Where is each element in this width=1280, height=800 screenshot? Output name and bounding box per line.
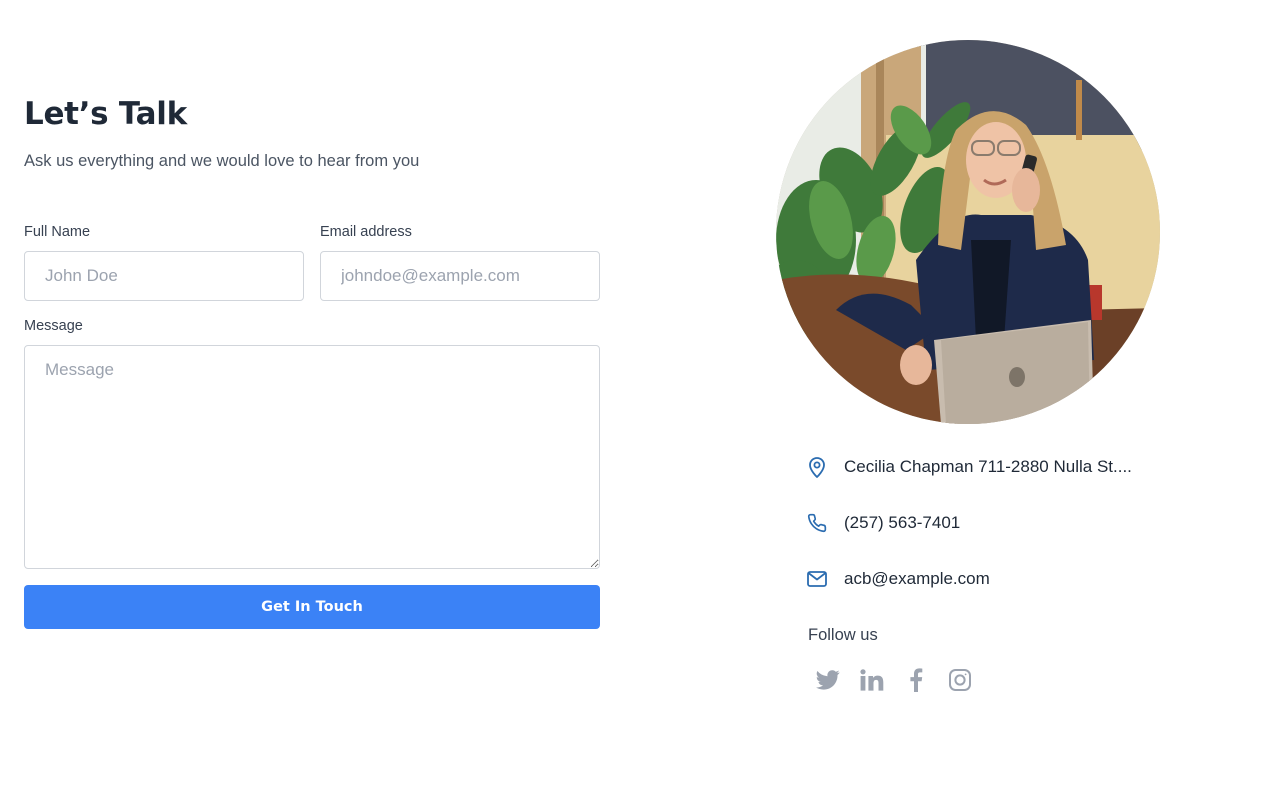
linkedin-icon[interactable] (860, 666, 884, 694)
social-links (816, 666, 972, 694)
full-name-input[interactable] (24, 251, 304, 301)
email-row: acb@example.com (806, 568, 990, 590)
email-label: Email address (320, 224, 412, 240)
map-pin-icon (806, 456, 828, 478)
email-text: acb@example.com (844, 569, 990, 588)
email-input[interactable] (320, 251, 600, 301)
address-row: Cecilia Chapman 711-2880 Nulla St.... (806, 456, 1132, 478)
page-title: Let’s Talk (24, 96, 187, 132)
page-subtitle: Ask us everything and we would love to h… (24, 152, 420, 170)
message-textarea[interactable] (24, 345, 600, 569)
twitter-icon[interactable] (816, 666, 840, 694)
full-name-label: Full Name (24, 224, 91, 240)
get-in-touch-button[interactable]: Get In Touch (24, 585, 600, 629)
follow-us-label: Follow us (808, 626, 878, 644)
instagram-icon[interactable] (948, 666, 972, 694)
mail-icon (806, 568, 828, 590)
phone-icon (806, 512, 828, 534)
phone-text: (257) 563-7401 (844, 513, 961, 532)
facebook-icon[interactable] (904, 666, 928, 694)
phone-row: (257) 563-7401 (806, 512, 960, 534)
profile-photo (776, 40, 1160, 424)
address-text: Cecilia Chapman 711-2880 Nulla St.... (844, 457, 1132, 476)
message-label: Message (24, 318, 83, 334)
